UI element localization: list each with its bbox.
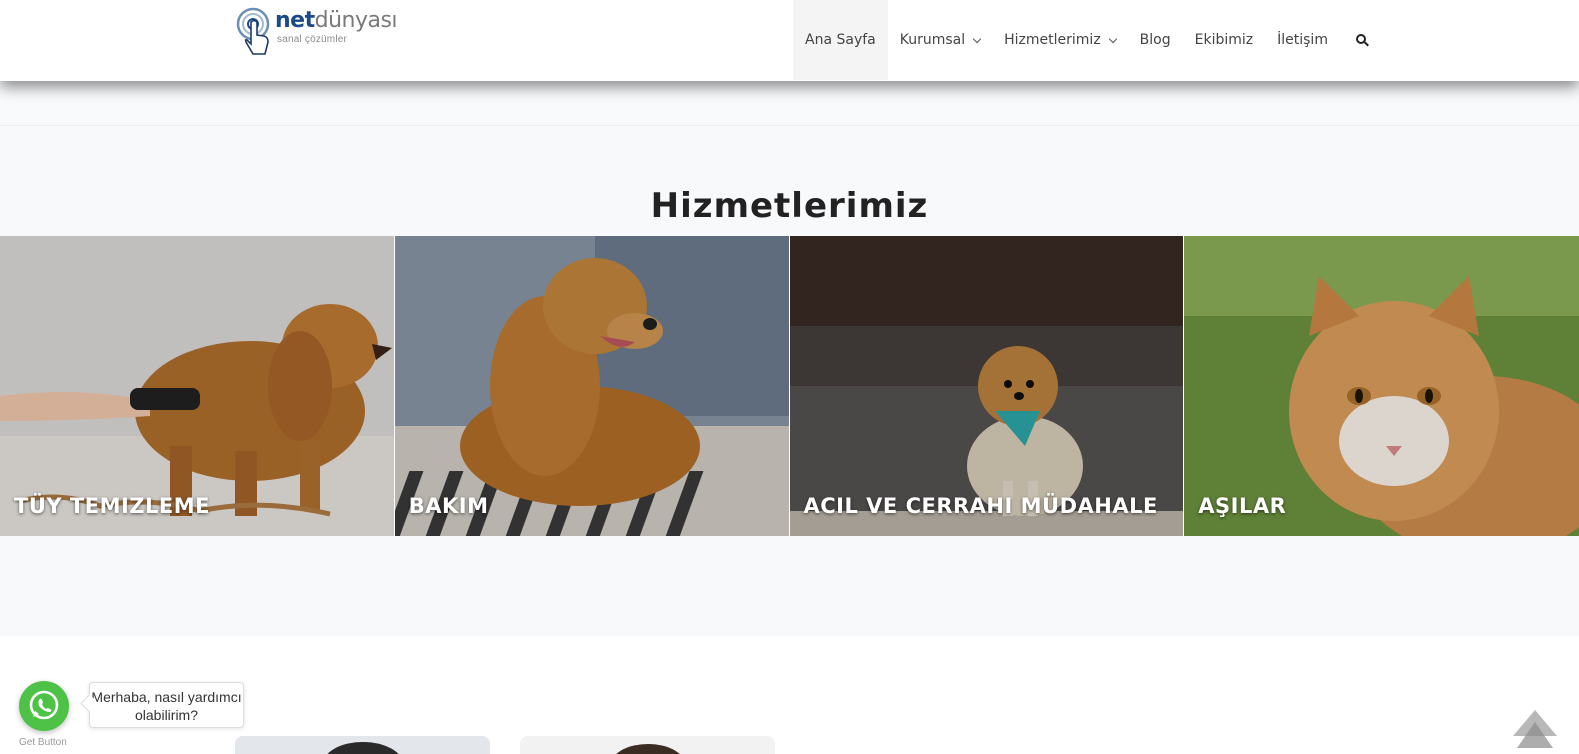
service-image <box>0 236 394 536</box>
arrow-up-icon <box>1513 710 1557 748</box>
nav-label: Blog <box>1139 32 1171 48</box>
whatsapp-greeting-bubble[interactable]: Merhaba, nasıl yardımcı olabilirim? <box>89 682 244 728</box>
service-image <box>789 236 1184 536</box>
service-card-label: AŞILAR <box>1198 494 1287 518</box>
service-card-tuy-temizleme[interactable]: TÜY TEMIZLEME <box>0 236 395 536</box>
nav-item-ekibimiz[interactable]: Ekibimiz <box>1183 0 1266 80</box>
section-title: Hizmetlerimiz <box>650 186 929 226</box>
nav-item-iletisim[interactable]: İletişim <box>1265 0 1340 80</box>
get-button-credit[interactable]: Get Button <box>19 737 67 748</box>
search-icon <box>1355 33 1369 47</box>
nav-item-blog[interactable]: Blog <box>1128 0 1183 80</box>
chevron-down-icon <box>1108 34 1117 43</box>
service-card-acil-cerrahi[interactable]: ACIL VE CERRAHI MÜDAHALE <box>789 236 1185 536</box>
nav-label: Ekibimiz <box>1194 32 1254 48</box>
nav-item-hizmetlerimiz[interactable]: Hizmetlerimiz <box>992 0 1128 80</box>
scroll-to-top-button[interactable] <box>1513 708 1557 752</box>
pointer-hand-icon <box>236 7 270 55</box>
logo-wordmark: netdünyası <box>275 8 398 33</box>
nav-label: İletişim <box>1277 32 1328 48</box>
whatsapp-icon <box>29 690 59 720</box>
site-logo[interactable]: netdünyası sanal çözümler <box>235 4 398 58</box>
nav-label: Hizmetlerimiz <box>1004 32 1101 48</box>
team-member-photo <box>235 736 490 754</box>
main-nav: Ana Sayfa Kurumsal Hizmetlerimiz Blog Ek… <box>793 0 1381 80</box>
chevron-down-icon <box>972 34 982 43</box>
nav-label: Kurumsal <box>899 32 966 48</box>
nav-item-ana-sayfa[interactable]: Ana Sayfa <box>793 0 888 80</box>
service-cards: TÜY TEMIZLEME BAKIM ACIL VE CERRAHI MÜDA… <box>0 236 1579 536</box>
service-card-asilar[interactable]: AŞILAR <box>1184 236 1579 536</box>
team-member-card[interactable] <box>520 736 775 754</box>
service-card-label: ACIL VE CERRAHI MÜDAHALE <box>803 494 1158 518</box>
site-header: netdünyası sanal çözümler Ana Sayfa Kuru… <box>0 0 1579 81</box>
service-image <box>394 236 789 536</box>
service-card-label: BAKIM <box>408 494 489 518</box>
header-spacer-band <box>0 81 1579 126</box>
service-card-bakim[interactable]: BAKIM <box>394 236 790 536</box>
nav-label: Ana Sayfa <box>805 32 876 48</box>
team-member-photo <box>520 736 775 754</box>
search-button[interactable] <box>1340 0 1381 80</box>
whatsapp-button[interactable] <box>19 681 69 731</box>
team-member-card[interactable] <box>235 736 490 754</box>
logo-tagline: sanal çözümler <box>277 34 348 45</box>
service-image <box>1184 236 1579 536</box>
nav-item-kurumsal[interactable]: Kurumsal <box>888 0 992 80</box>
service-card-label: TÜY TEMIZLEME <box>14 494 210 518</box>
